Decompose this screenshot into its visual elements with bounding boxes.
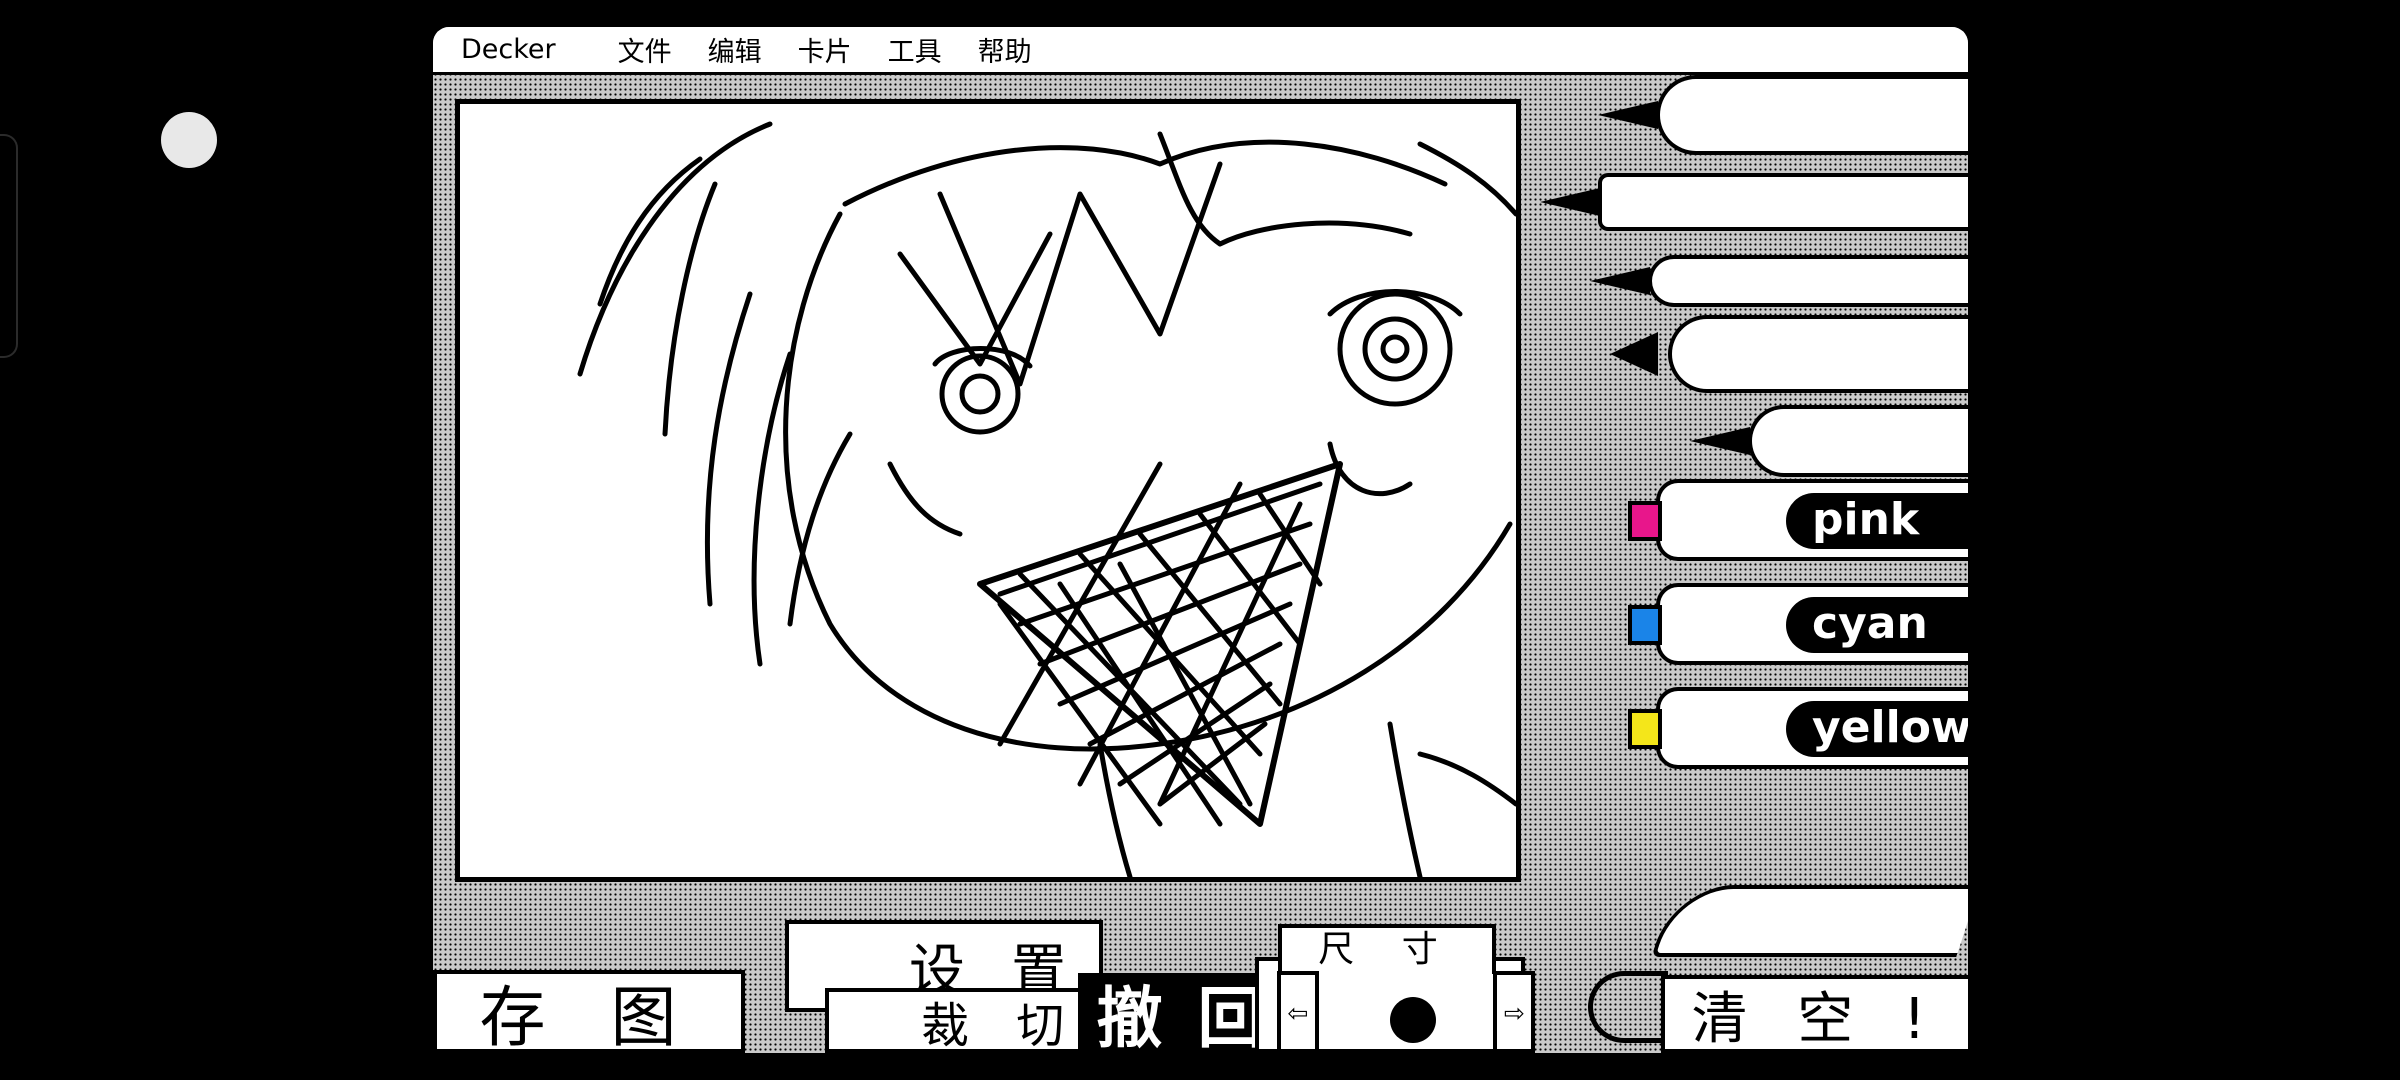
marker-pink[interactable]: pink <box>1628 479 1968 561</box>
size-increase-button[interactable]: ⇨ <box>1493 971 1535 1053</box>
spray-icon <box>1610 332 1658 376</box>
crop-button[interactable]: 裁 切 <box>825 988 1109 1053</box>
marker-cyan[interactable]: cyan <box>1628 583 1968 665</box>
brush-size-preview-icon <box>1390 997 1436 1043</box>
decker-app-window: Decker 文件 编辑 卡片 工具 帮助 pink cyan yellow 设… <box>433 27 1968 1053</box>
menu-bar: Decker 文件 编辑 卡片 工具 帮助 <box>433 27 1968 75</box>
technical-pen-icon <box>1540 188 1600 216</box>
fountain-pen-tool[interactable] <box>1598 75 1968 155</box>
clear-button[interactable]: 清 空 ! <box>1661 975 1968 1053</box>
menu-card[interactable]: 卡片 <box>798 30 852 69</box>
size-decrease-button[interactable]: ⇦ <box>1277 971 1319 1053</box>
pink-color-swatch <box>1628 501 1662 541</box>
marker-pink-label: pink <box>1786 493 1968 549</box>
cyan-color-swatch <box>1628 605 1662 645</box>
device-screen: Decker 文件 编辑 卡片 工具 帮助 pink cyan yellow 设… <box>0 0 2400 1080</box>
app-title[interactable]: Decker <box>461 34 556 65</box>
marker-cyan-label: cyan <box>1786 597 1968 653</box>
sketch-drawing <box>577 121 1516 877</box>
technical-pen-tool[interactable] <box>1540 173 1968 231</box>
marker-yellow[interactable]: yellow <box>1628 687 1968 769</box>
ink-brush-tool[interactable] <box>1590 255 1968 307</box>
menu-edit[interactable]: 编辑 <box>708 30 762 69</box>
assistive-touch-icon[interactable] <box>161 112 217 168</box>
menu-file[interactable]: 文件 <box>618 30 672 69</box>
drawing-canvas[interactable] <box>455 99 1521 882</box>
ink-brush-icon <box>1590 267 1650 295</box>
spray-tool[interactable] <box>1610 315 1968 393</box>
finger-smudge-icon <box>1690 427 1750 455</box>
fountain-pen-icon <box>1598 101 1658 129</box>
eraser-icon[interactable] <box>1651 885 1968 957</box>
save-image-button[interactable]: 存 图 <box>433 970 745 1053</box>
marker-yellow-label: yellow <box>1786 701 1968 757</box>
brush-size-label: 尺 寸 <box>1278 924 1496 974</box>
finger-smudge-tool[interactable] <box>1690 405 1968 477</box>
menu-help[interactable]: 帮助 <box>978 30 1032 69</box>
clear-hook-icon <box>1588 971 1668 1043</box>
menu-tools[interactable]: 工具 <box>888 30 942 69</box>
edge-panel-handle[interactable] <box>0 134 18 358</box>
yellow-color-swatch <box>1628 709 1662 749</box>
